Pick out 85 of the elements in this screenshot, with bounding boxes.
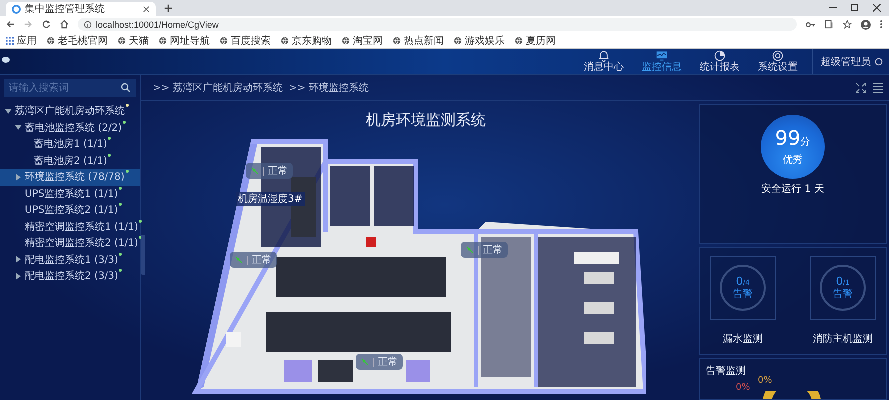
pie-chart-icon [714,50,726,62]
bookmark-item[interactable]: 夏历网 [515,34,556,48]
percent-label: 0% [758,376,772,386]
profile-icon[interactable] [861,20,871,30]
tree-item[interactable]: UPS监控系统2 (1/1) [0,202,140,218]
bookmark-item[interactable]: 老毛桃官网 [47,34,108,48]
browser-tab[interactable]: 集中监控管理系统 [6,2,156,16]
nav-tab[interactable]: 消息中心 [584,50,624,73]
globe-icon [454,36,462,44]
list-icon[interactable] [873,82,883,92]
arrows-icon [251,167,259,175]
bookmark-item[interactable]: 京东购物 [281,34,332,48]
apps-grid-icon [6,36,14,44]
percent-label: 0% [736,383,750,393]
bookmark-star-icon[interactable] [843,20,852,29]
close-window-icon[interactable] [873,4,881,12]
search-icon[interactable] [121,83,131,93]
globe-icon [393,36,401,44]
tree-item[interactable]: 蓄电池房2 (1/1) [0,152,140,169]
bookmark-item[interactable]: 应用 [6,34,37,48]
breadcrumb-item[interactable]: >> 荔湾区广能机房动环系统 [153,80,283,94]
monitor-name: 消防主机监测 [813,332,873,346]
address-bar[interactable]: localhost:10001/Home/CgView [78,18,797,31]
status-tag: 正常 [246,163,293,179]
globe-icon [159,36,167,44]
status-tag: 正常 [356,354,403,370]
tree-item[interactable]: 配电监控系统2 (3/3) [0,268,140,284]
tree-item[interactable]: 蓄电池监控系统 (2/2) [0,120,140,136]
bookmark-item[interactable]: 百度搜索 [220,34,271,48]
sensor-label: 机房温湿度3# [236,192,305,206]
bell-icon [598,50,610,62]
close-tab-icon[interactable] [143,6,150,12]
nav-tab[interactable]: 统计报表 [700,50,740,73]
globe-icon [515,36,523,44]
caret-down-icon[interactable] [14,125,22,130]
tree-item[interactable]: UPS监控系统1 (1/1) [0,186,140,202]
caret-right-icon[interactable] [16,174,20,181]
tree-item[interactable]: 蓄电池房1 (1/1) [0,136,140,152]
arrows-icon [466,246,474,254]
score-circle: 99分 优秀 [761,115,825,179]
arrows-icon [361,358,369,366]
status-tag: 正常 [230,252,277,268]
tree-item[interactable]: 配电监控系统1 (3/3) [0,252,140,268]
back-icon[interactable] [6,20,15,29]
menu-icon[interactable] [880,20,883,29]
new-tab-icon[interactable] [164,4,173,13]
reload-icon[interactable] [42,20,51,29]
card-title: 告警监测 [706,364,746,378]
monitor-chart-icon [656,50,668,62]
globe-icon [47,36,55,44]
tree-item[interactable]: 环境监控系统 (78/78) [0,169,140,186]
user-menu[interactable]: 超级管理员 [812,49,889,74]
logo-icon [2,57,10,63]
caret-right-icon[interactable] [16,256,20,264]
fullscreen-icon[interactable] [856,82,866,92]
tree-item[interactable]: 荔湾区广能机房动环系统 [0,103,140,120]
bookmark-item[interactable]: 淘宝网 [342,34,383,48]
bookmark-item[interactable]: 网址导航 [159,34,210,48]
bookmark-item[interactable]: 热点新闻 [393,34,444,48]
info-icon[interactable] [84,20,92,28]
page-favicon-icon [12,4,21,14]
globe-icon [342,36,350,44]
breadcrumb-item[interactable]: >> 环境监控系统 [288,80,369,94]
globe-icon [118,36,126,44]
collapse-handle[interactable] [141,235,145,275]
arrows-icon [235,256,243,264]
monitor-name: 漏水监测 [723,332,763,346]
status-tag: 正常 [461,242,508,258]
caret-down-icon[interactable] [4,108,12,114]
home-icon[interactable] [60,20,69,29]
globe-icon [220,36,228,44]
key-icon[interactable] [806,20,816,28]
search-field[interactable]: 请输入搜索词 [4,79,136,97]
bookmark-item[interactable]: 游戏娱乐 [454,34,505,48]
gear-icon [772,50,784,62]
uptime-text: 安全运行 1 天 [762,182,824,196]
nav-tab[interactable]: 监控信息 [642,50,682,73]
bookmark-item[interactable]: 天猫 [118,34,149,48]
restore-icon[interactable] [851,4,859,12]
page-title: 机房环境监测系统 [366,111,486,130]
nav-tab[interactable]: 系统设置 [758,50,798,73]
globe-icon [281,36,289,44]
power-icon[interactable] [875,58,883,66]
caret-right-icon[interactable] [16,272,20,280]
tree-item[interactable]: 精密空调监控系统1 (1/1) [0,218,140,235]
